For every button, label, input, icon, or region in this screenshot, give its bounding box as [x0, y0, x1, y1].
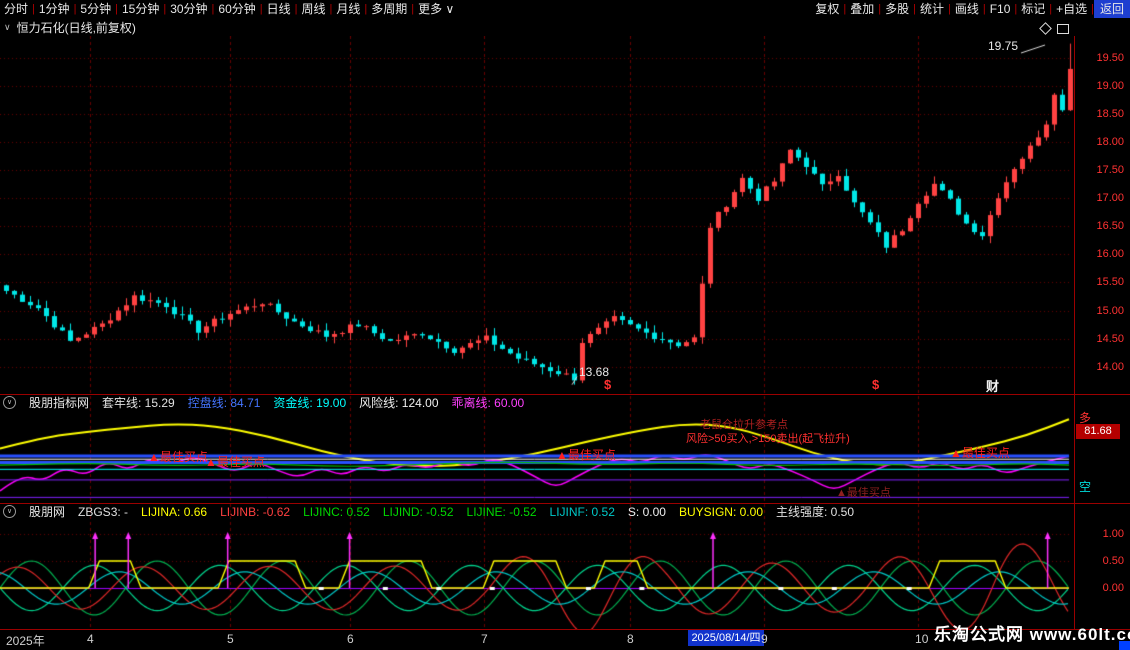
- window-marker-icon[interactable]: [1057, 24, 1069, 34]
- menu-item-tool-2[interactable]: 多股: [881, 0, 913, 18]
- menu-item-period-3[interactable]: 15分钟: [118, 0, 163, 18]
- indicator-field-风险线: 风险线: 124.00: [359, 394, 438, 411]
- menu-item-period-7[interactable]: 周线: [298, 0, 330, 18]
- price-tick-label: 16.50: [1076, 220, 1124, 232]
- month-label-6: 6: [347, 632, 354, 646]
- osc-tick-label: 0.00: [1076, 582, 1124, 594]
- mouse-position-ref-label: 老鼠仓拉升参考点: [700, 420, 788, 431]
- menu-item-period-1[interactable]: 1分钟: [35, 0, 74, 18]
- indicator-field-LIJIND: LIJIND: -0.52: [383, 505, 454, 519]
- price-tick-label: 19.50: [1076, 52, 1124, 64]
- axis-separator: [1074, 36, 1075, 629]
- month-label-5: 5: [227, 632, 234, 646]
- risk-note-label: 风险>50买入,>150卖出(起飞拉升): [686, 434, 850, 445]
- menu-item-tool-6[interactable]: 标记: [1017, 0, 1049, 18]
- price-tick-label: 17.50: [1076, 164, 1124, 176]
- indicator-field-BUYSIGN: BUYSIGN: 0.00: [679, 505, 763, 519]
- price-tick-label: 18.00: [1076, 136, 1124, 148]
- menu-item-period-2[interactable]: 5分钟: [76, 0, 115, 18]
- top-menubar: 分时|1分钟|5分钟|15分钟|30分钟|60分钟|日线|周线|月线|多周期|更…: [0, 0, 1130, 18]
- price-high-label: 19.75: [988, 40, 1018, 52]
- menu-item-tool-4[interactable]: 画线: [951, 0, 983, 18]
- indicator-field-LIJINB: LIJINB: -0.62: [220, 505, 290, 519]
- month-label-8: 8: [627, 632, 634, 646]
- price-tick-label: 14.00: [1076, 361, 1124, 373]
- trading-terminal: 分时|1分钟|5分钟|15分钟|30分钟|60分钟|日线|周线|月线|多周期|更…: [0, 0, 1130, 650]
- titlebar: ∨ 恒力石化(日线,前复权): [0, 18, 1078, 36]
- month-label-7: 7: [481, 632, 488, 646]
- indicator-field-资金线: 资金线: 19.00: [273, 394, 346, 411]
- price-tick-label: 15.50: [1076, 276, 1124, 288]
- indicator-field-主线强度: 主线强度: 0.50: [776, 503, 854, 520]
- indicator-field-乖离线: 乖离线: 60.00: [452, 394, 525, 411]
- scroll-corner[interactable]: [1119, 641, 1130, 650]
- indicator-value-box: 81.68: [1076, 424, 1120, 439]
- buy-point-label: ▲最佳买点: [205, 456, 265, 468]
- oscillator-panel-header: ∨ 股朋网 ZBGS3: - LIJINA: 0.66 LIJINB: -0.62 LIJ…: [0, 504, 1073, 519]
- indicator-panel-header: ∨ 股朋指标网套牢线: 15.29 控盘线: 84.71 资金线: 19.00 风险线:…: [0, 395, 1073, 410]
- price-tick-label: 18.50: [1076, 108, 1124, 120]
- cursor-date-box: 2025/08/14/四: [688, 630, 764, 646]
- tools-menu: 复权|叠加|多股|统计|画线|F10|标记|+自选|返回: [811, 0, 1130, 18]
- indicator-field-LIJINA: LIJINA: 0.66: [141, 505, 207, 519]
- kline-chart-canvas[interactable]: [0, 36, 1074, 629]
- collapse-chevron-icon[interactable]: ∨: [3, 505, 16, 518]
- menu-item-period-8[interactable]: 月线: [332, 0, 364, 18]
- buy-point-label: ▲最佳买点: [556, 449, 616, 461]
- buy-point-label: ▲最佳买点: [950, 447, 1010, 459]
- dollar-mark: $: [604, 378, 611, 391]
- menu-item-period-10[interactable]: 更多 ∨: [414, 0, 458, 18]
- menu-item-period-9[interactable]: 多周期: [367, 0, 411, 18]
- menu-item-tool-5[interactable]: F10: [986, 0, 1015, 18]
- menu-item-period-0[interactable]: 分时: [0, 0, 32, 18]
- price-tick-label: 15.00: [1076, 305, 1124, 317]
- price-tick-label: 16.00: [1076, 248, 1124, 260]
- month-label-9: 9: [761, 632, 768, 646]
- menu-item-tool-0[interactable]: 复权: [811, 0, 843, 18]
- dollar-mark: $: [872, 378, 879, 391]
- period-menu: 分时|1分钟|5分钟|15分钟|30分钟|60分钟|日线|周线|月线|多周期|更…: [0, 0, 458, 18]
- indicator-field-LIJINF: LIJINF: 0.52: [550, 505, 615, 519]
- buy-point-label: ▲最佳买点: [836, 488, 891, 499]
- price-tick-label: 14.50: [1076, 333, 1124, 345]
- watermark: 乐淘公式网 www.60lt.com: [934, 620, 1130, 645]
- menu-item-tool-8[interactable]: 返回: [1094, 0, 1130, 18]
- indicator-name: 股朋指标网: [29, 394, 89, 411]
- menu-item-period-5[interactable]: 60分钟: [214, 0, 259, 18]
- year-label: 2025年: [6, 632, 45, 649]
- month-label-10: 10: [915, 632, 928, 646]
- osc-tick-label: 1.00: [1076, 528, 1124, 540]
- collapse-chevron-icon[interactable]: ∨: [3, 396, 16, 409]
- menu-item-period-4[interactable]: 30分钟: [166, 0, 211, 18]
- cai-mark: 财: [986, 380, 999, 393]
- indicator-field-套牢线: 套牢线: 15.29: [102, 394, 175, 411]
- indicator-field-S: S: 0.00: [628, 505, 666, 519]
- menu-item-tool-3[interactable]: 统计: [916, 0, 948, 18]
- chevron-down-icon[interactable]: ∨: [4, 22, 11, 33]
- menu-item-tool-1[interactable]: 叠加: [846, 0, 878, 18]
- indicator-name: 股朋网: [29, 503, 65, 520]
- price-tick-label: 19.00: [1076, 80, 1124, 92]
- indicator-field-LIJINC: LIJINC: 0.52: [303, 505, 370, 519]
- buy-point-label: ▲最佳买点: [148, 451, 208, 463]
- month-label-4: 4: [87, 632, 94, 646]
- indicator-field-ZBGS3: ZBGS3: -: [78, 505, 128, 519]
- menu-item-period-6[interactable]: 日线: [263, 0, 295, 18]
- indicator-field-LIJINE: LIJINE: -0.52: [467, 505, 537, 519]
- osc-tick-label: 0.50: [1076, 555, 1124, 567]
- indicator-field-控盘线: 控盘线: 84.71: [188, 394, 261, 411]
- menu-item-tool-7[interactable]: +自选: [1052, 0, 1091, 18]
- price-tick-label: 17.00: [1076, 192, 1124, 204]
- chart-title: 恒力石化(日线,前复权): [17, 19, 136, 36]
- short-label: 空: [1079, 478, 1091, 495]
